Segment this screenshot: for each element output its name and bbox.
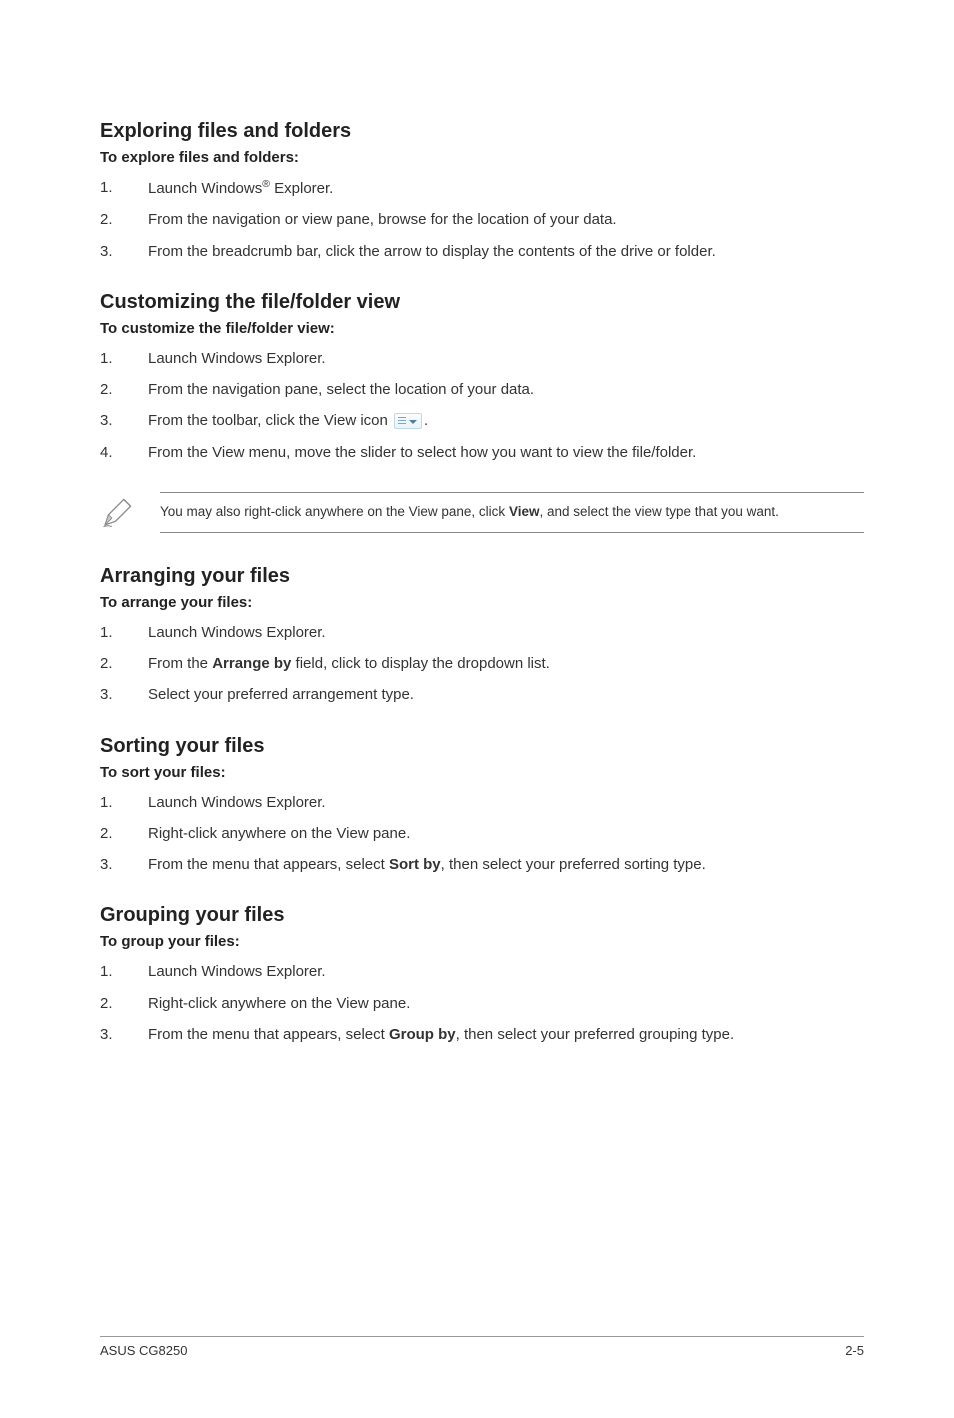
section-arranging: Arranging your files To arrange your fil… <box>100 565 864 707</box>
item-text: Launch Windows Explorer. <box>148 791 864 814</box>
item-number: 2. <box>100 822 148 845</box>
subheading-grouping: To group your files: <box>100 933 864 950</box>
item-number: 3. <box>100 853 148 876</box>
item-number: 1. <box>100 960 148 983</box>
list-sorting: 1. Launch Windows Explorer. 2. Right-cli… <box>100 791 864 877</box>
item-text: From the toolbar, click the View icon . <box>148 409 864 432</box>
bold-text: Group by <box>389 1026 456 1043</box>
section-customizing: Customizing the file/folder view To cust… <box>100 291 864 464</box>
subheading-arranging: To arrange your files: <box>100 594 864 611</box>
item-text: From the navigation or view pane, browse… <box>148 208 864 231</box>
section-exploring: Exploring files and folders To explore f… <box>100 120 864 263</box>
item-text: Right-click anywhere on the View pane. <box>148 822 864 845</box>
pencil-icon <box>100 492 160 535</box>
page-footer: ASUS CG8250 2-5 <box>100 1336 864 1358</box>
bold-text: Arrange by <box>212 655 291 672</box>
section-grouping: Grouping your files To group your files:… <box>100 904 864 1046</box>
item-number: 2. <box>100 378 148 401</box>
list-item: 3. From the menu that appears, select So… <box>100 853 864 876</box>
item-number: 2. <box>100 208 148 231</box>
list-item: 3. From the breadcrumb bar, click the ar… <box>100 240 864 263</box>
list-item: 1. Launch Windows Explorer. <box>100 621 864 644</box>
list-item: 2. Right-click anywhere on the View pane… <box>100 822 864 845</box>
list-exploring: 1. Launch Windows® Explorer. 2. From the… <box>100 176 864 263</box>
subheading-exploring: To explore files and folders: <box>100 149 864 166</box>
list-item: 2. From the Arrange by field, click to d… <box>100 652 864 675</box>
item-number: 4. <box>100 441 148 464</box>
item-text: From the Arrange by field, click to disp… <box>148 652 864 675</box>
heading-arranging: Arranging your files <box>100 565 864 588</box>
note-text: You may also right-click anywhere on the… <box>160 492 864 533</box>
item-number: 3. <box>100 1023 148 1046</box>
list-customizing: 1. Launch Windows Explorer. 2. From the … <box>100 347 864 464</box>
view-dropdown-icon <box>394 413 422 429</box>
section-sorting: Sorting your files To sort your files: 1… <box>100 735 864 877</box>
item-text: From the menu that appears, select Sort … <box>148 853 864 876</box>
item-text: From the breadcrumb bar, click the arrow… <box>148 240 864 263</box>
note-box: You may also right-click anywhere on the… <box>100 492 864 535</box>
list-item: 1. Launch Windows Explorer. <box>100 791 864 814</box>
footer-page-number: 2-5 <box>845 1343 864 1358</box>
item-text: From the View menu, move the slider to s… <box>148 441 864 464</box>
list-item: 2. From the navigation pane, select the … <box>100 378 864 401</box>
subheading-sorting: To sort your files: <box>100 764 864 781</box>
registered-mark: ® <box>262 178 270 190</box>
bold-text: Sort by <box>389 856 441 873</box>
item-number: 3. <box>100 240 148 263</box>
heading-customizing: Customizing the file/folder view <box>100 291 864 314</box>
heading-grouping: Grouping your files <box>100 904 864 927</box>
item-text: From the navigation pane, select the loc… <box>148 378 864 401</box>
list-item: 1. Launch Windows Explorer. <box>100 347 864 370</box>
list-arranging: 1. Launch Windows Explorer. 2. From the … <box>100 621 864 707</box>
item-text: Launch Windows Explorer. <box>148 347 864 370</box>
item-number: 1. <box>100 791 148 814</box>
note-bold: View <box>509 504 540 519</box>
heading-sorting: Sorting your files <box>100 735 864 758</box>
item-number: 2. <box>100 652 148 675</box>
item-text: Launch Windows Explorer. <box>148 621 864 644</box>
list-item: 2. Right-click anywhere on the View pane… <box>100 992 864 1015</box>
subheading-customizing: To customize the file/folder view: <box>100 320 864 337</box>
item-text: Launch Windows Explorer. <box>148 960 864 983</box>
item-number: 1. <box>100 347 148 370</box>
item-number: 1. <box>100 621 148 644</box>
item-text: Right-click anywhere on the View pane. <box>148 992 864 1015</box>
item-number: 3. <box>100 683 148 706</box>
list-item: 3. From the menu that appears, select Gr… <box>100 1023 864 1046</box>
list-item: 1. Launch Windows Explorer. <box>100 960 864 983</box>
list-item: 2. From the navigation or view pane, bro… <box>100 208 864 231</box>
list-item: 3. Select your preferred arrangement typ… <box>100 683 864 706</box>
item-text: Launch Windows® Explorer. <box>148 176 864 200</box>
item-number: 1. <box>100 176 148 200</box>
list-item: 1. Launch Windows® Explorer. <box>100 176 864 200</box>
list-item: 4. From the View menu, move the slider t… <box>100 441 864 464</box>
item-number: 3. <box>100 409 148 432</box>
page-content: Exploring files and folders To explore f… <box>0 0 954 1134</box>
footer-left: ASUS CG8250 <box>100 1343 187 1358</box>
item-text: Select your preferred arrangement type. <box>148 683 864 706</box>
heading-exploring: Exploring files and folders <box>100 120 864 143</box>
item-text: From the menu that appears, select Group… <box>148 1023 864 1046</box>
list-grouping: 1. Launch Windows Explorer. 2. Right-cli… <box>100 960 864 1046</box>
list-item: 3. From the toolbar, click the View icon… <box>100 409 864 432</box>
item-number: 2. <box>100 992 148 1015</box>
